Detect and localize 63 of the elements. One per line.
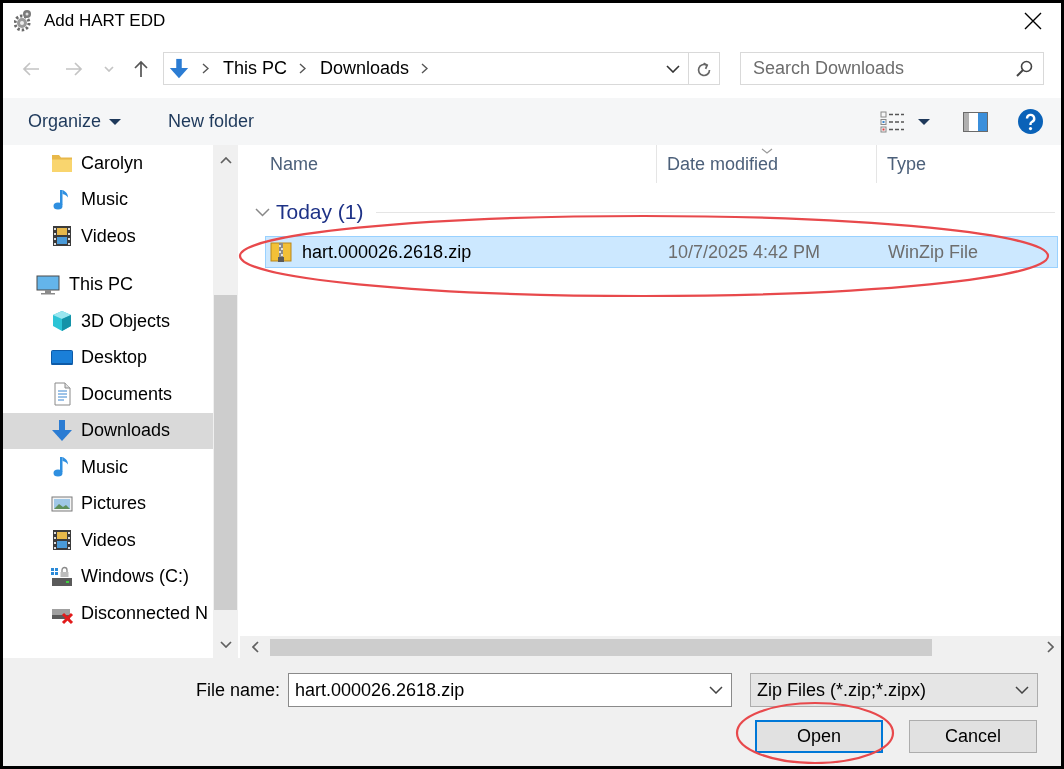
window-title: Add HART EDD: [44, 10, 166, 33]
help-icon[interactable]: [1018, 109, 1043, 134]
sidebar-item[interactable]: 3D Objects: [3, 303, 213, 340]
column-header[interactable]: Type: [877, 145, 1061, 183]
refresh-button[interactable]: [689, 52, 720, 85]
sidebar-item[interactable]: Desktop: [3, 339, 213, 376]
chevron-down-icon: [1015, 686, 1029, 694]
sidebar-item[interactable]: Downloads: [3, 412, 213, 449]
sidebar-item[interactable]: Documents: [3, 376, 213, 413]
download-arrow-icon: [50, 418, 74, 443]
breadcrumb[interactable]: This PC: [223, 55, 287, 82]
sidebar-item[interactable]: Music: [3, 181, 213, 218]
file-type: WinZip File: [888, 241, 978, 262]
computer-icon: [36, 272, 60, 297]
breadcrumb-chevron-icon[interactable]: [202, 63, 209, 74]
zipped-folder-icon: [270, 240, 292, 264]
scrollbar-thumb[interactable]: [214, 295, 237, 610]
scroll-up-icon[interactable]: [219, 157, 232, 164]
sidebar-item[interactable]: Windows (C:): [3, 558, 213, 595]
gear-icon: [14, 9, 32, 33]
close-icon[interactable]: [1023, 11, 1043, 31]
chevron-down-icon[interactable]: [709, 686, 723, 694]
search-icon[interactable]: [1015, 60, 1033, 78]
sidebar-item[interactable]: Music: [3, 449, 213, 486]
film-strip-icon: [50, 224, 74, 249]
toolbar-button[interactable]: New folder: [168, 108, 255, 135]
up-arrow-icon[interactable]: [133, 59, 149, 78]
sidebar-item[interactable]: Pictures: [3, 485, 213, 522]
field-label: File name:: [195, 678, 280, 702]
column-header[interactable]: Name: [240, 145, 657, 183]
drive-icon: [50, 564, 74, 589]
scrollbar-thumb[interactable]: [270, 638, 932, 656]
preview-pane-icon[interactable]: [963, 111, 988, 132]
scroll-down-icon[interactable]: [219, 641, 232, 648]
address-bar[interactable]: This PC Downloads: [163, 52, 690, 85]
file-name-field[interactable]: hart.000026.2618.zip: [288, 673, 732, 707]
download-arrow-icon: [168, 57, 190, 80]
breadcrumb-chevron-icon[interactable]: [421, 63, 429, 74]
file-name: hart.000026.2618.zip: [302, 240, 472, 264]
group-header[interactable]: Today (1): [255, 196, 364, 228]
menu-button[interactable]: Organize: [28, 108, 122, 135]
sidebar-item[interactable]: Disconnected N: [3, 595, 213, 632]
sidebar-item[interactable]: Carolyn: [3, 145, 213, 182]
chevron-down-icon[interactable]: [666, 64, 681, 73]
search-field[interactable]: Search Downloads: [740, 52, 1044, 85]
column-header[interactable]: Date modified: [657, 145, 877, 183]
cube-icon: [50, 309, 74, 334]
file-type-dropdown[interactable]: Zip Files (*.zip;*.zipx): [750, 673, 1038, 707]
caret-down-icon: [109, 118, 122, 125]
sidebar-item[interactable]: Videos: [3, 522, 213, 559]
scroll-right-icon[interactable]: [1047, 641, 1054, 653]
breadcrumb-chevron-icon[interactable]: [299, 63, 306, 74]
caret-down-icon[interactable]: [918, 118, 930, 125]
film-strip-icon: [50, 528, 74, 553]
date-modified: 10/7/2025 4:42 PM: [668, 241, 821, 262]
scroll-left-icon[interactable]: [252, 641, 259, 653]
sidebar-item[interactable]: This PC: [3, 266, 213, 303]
open-button[interactable]: Open: [755, 720, 883, 753]
file-row[interactable]: hart.000026.2618.zip 10/7/2025 4:42 PM WinZip File: [265, 236, 1058, 268]
cancel-button[interactable]: Cancel: [909, 720, 1037, 753]
sidebar-item[interactable]: Videos: [3, 218, 213, 255]
details-view-icon[interactable]: [880, 110, 905, 133]
breadcrumb[interactable]: Downloads: [320, 55, 410, 82]
